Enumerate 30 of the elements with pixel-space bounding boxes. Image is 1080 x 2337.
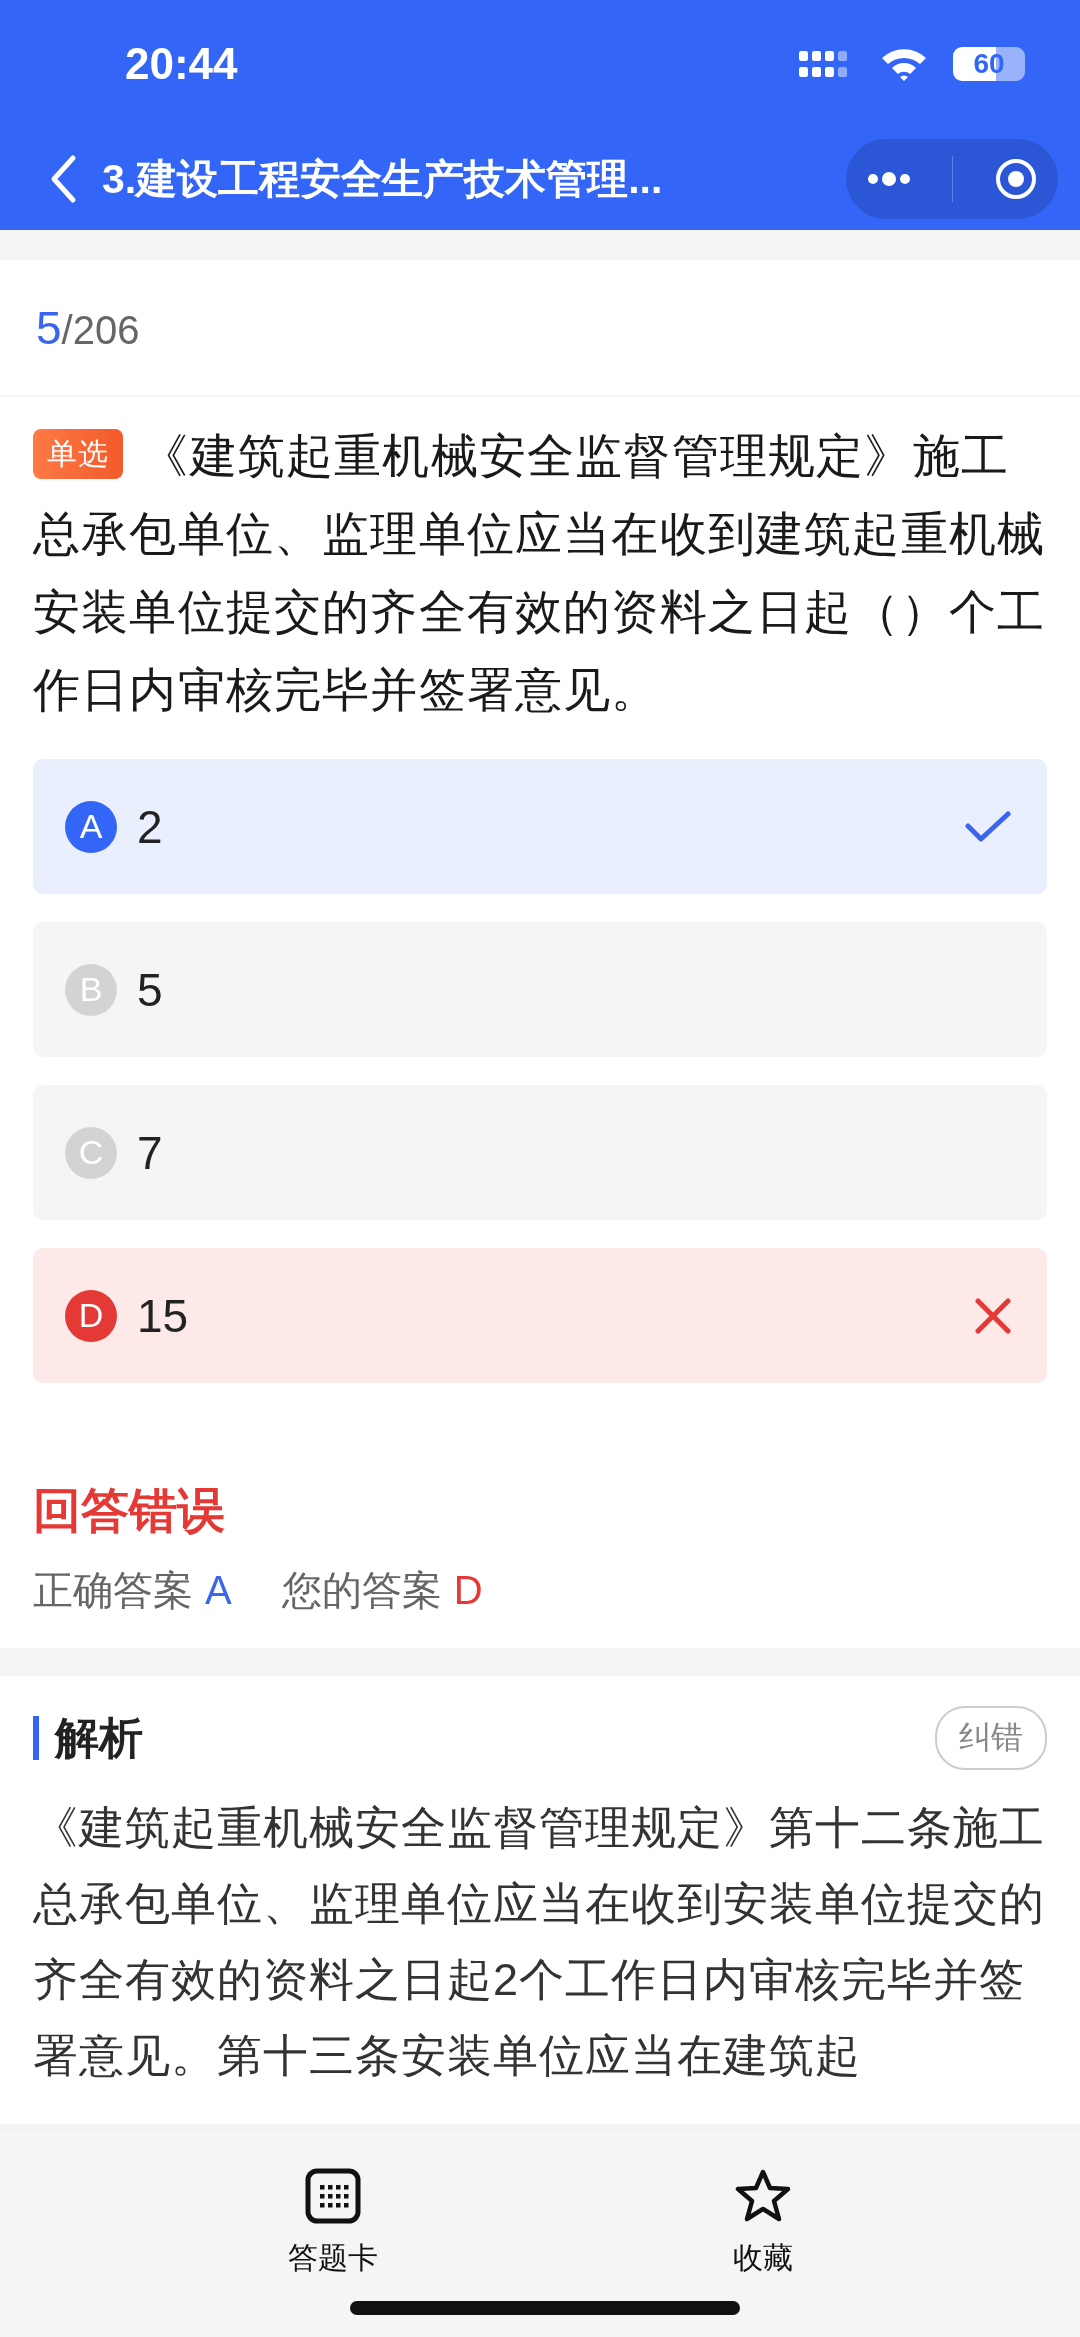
option-letter: D [65,1289,117,1342]
star-icon[interactable] [733,2168,792,2224]
close-icon[interactable] [993,157,1038,201]
analysis-title: 解析 [33,1716,143,1760]
your-answer-label: 您的答案 [281,1567,442,1614]
tab-label[interactable]: 收藏 [732,2238,793,2279]
option-text: 15 [137,1288,190,1343]
analysis-text: 《建筑起重机械安全监督管理规定》第十二条施工总承包单位、监理单位应当在收到安装单位提交的齐全有效的资料之日起2个工作日内审核完毕并签署意见。第十三条安装单位应当在建筑起 [33,1801,1046,2083]
answer-option[interactable]: D 15 [33,1248,1047,1383]
option-text: 5 [137,962,164,1017]
option-letter: A [65,800,117,853]
correct-answer-label: 正确答案 [33,1567,193,1614]
report-error-button[interactable]: 纠错 [935,1706,1047,1770]
question-text: 单选 《建筑起重机械安全监督管理规定》施工总承包单位、监理单位应当在收到建筑起重机械安装单位提交的齐全有效的资料之日起（）个工作日内审核完毕并签署意见。 [33,428,1047,718]
grid-icon[interactable] [304,2168,361,2224]
battery-icon: 60 [953,47,1025,81]
cross-icon [975,1297,1011,1334]
result-title: 回答错误 [33,1483,226,1539]
correct-answer-value: A [205,1568,232,1613]
answer-option[interactable]: A 2 [33,759,1047,894]
checkmark-icon [965,810,1011,843]
option-text: 7 [137,1125,164,1180]
tab-label[interactable]: 答题卡 [287,2238,378,2279]
page-title: 3.建设工程安全生产技术管理... [102,154,664,204]
your-answer-value: D [453,1568,483,1613]
more-icon[interactable] [866,171,913,187]
status-time: 20:44 [125,39,238,89]
question-counter: 5/206 [36,300,140,355]
question-type-tag: 单选 [33,429,124,479]
option-text: 2 [137,799,164,854]
